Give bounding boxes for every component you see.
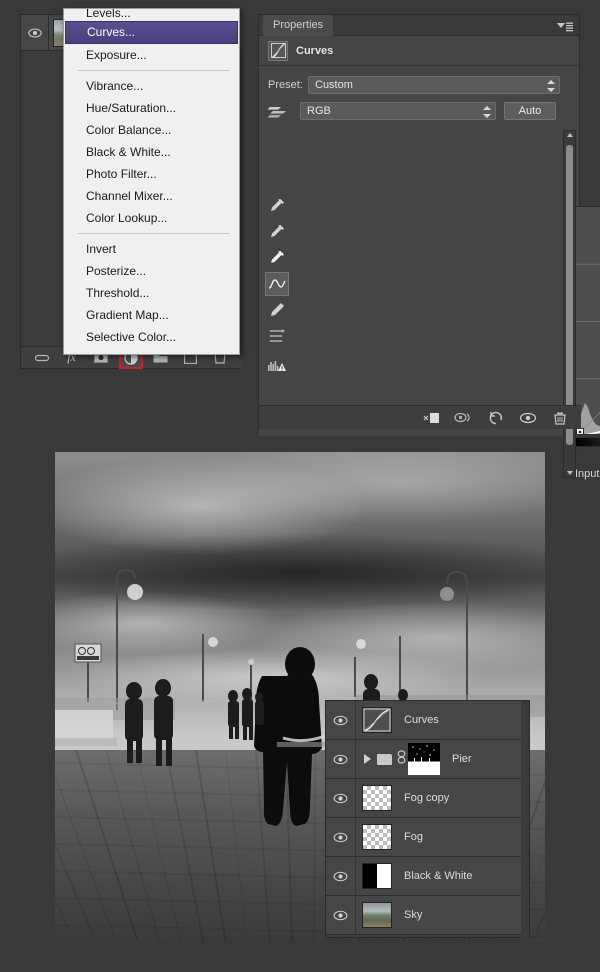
reset-icon[interactable] [485,409,507,427]
menu-item-selective-color[interactable]: Selective Color... [64,326,239,348]
eye-icon[interactable] [326,700,356,740]
table-row[interactable]: Pier [326,739,529,779]
input-label: Input: [575,468,600,480]
chevron-updown-icon[interactable] [547,80,555,92]
eye-icon[interactable] [21,14,49,51]
layers-scrollbar[interactable] [521,701,529,939]
menu-item-posterize[interactable]: Posterize... [64,260,239,282]
photoshop-screenshot: fx Levels... Curves... Exposure... Vibrance… [0,0,600,972]
layer-name: Fog copy [404,792,450,804]
layer-mask-thumbnail[interactable] [408,743,440,775]
table-row[interactable]: Curves [326,700,529,740]
eyedropper-black-icon[interactable] [265,194,289,218]
scrollbar-thumb[interactable] [566,145,573,445]
preset-label: Preset: [268,79,303,91]
curves-graph[interactable] [575,206,600,435]
channel-icon [268,103,300,119]
preset-value: Custom [315,79,353,91]
eye-icon[interactable] [326,817,356,857]
channel-row: RGB Auto [259,102,579,120]
properties-footer [259,405,581,429]
layer-name: Pier [452,753,472,765]
input-gradient-bar [575,437,600,447]
histogram-warning-icon[interactable] [265,354,289,378]
eye-icon[interactable] [326,856,356,896]
menu-separator [78,233,229,234]
layer-name: Sky [404,909,423,921]
menu-item-color-lookup[interactable]: Color Lookup... [64,207,239,229]
pencil-tool-icon[interactable] [265,298,289,322]
menu-item-threshold[interactable]: Threshold... [64,282,239,304]
menu-item-invert[interactable]: Invert [64,238,239,260]
visibility-icon[interactable] [517,409,539,427]
table-row[interactable]: Fog copy [326,778,529,818]
scroll-up-arrow-icon[interactable] [567,133,573,137]
layer-name: Black & White [404,870,473,882]
eyedropper-gray-icon[interactable] [265,220,289,244]
scroll-down-arrow-icon[interactable] [567,471,573,475]
folder-icon [377,753,392,765]
link-icon[interactable] [32,349,52,367]
layers-panel: Curves Pier Fog copy Fog Black & White Sky [325,700,530,939]
menu-item-photo-filter[interactable]: Photo Filter... [64,163,239,185]
curves-plot[interactable] [576,207,600,435]
layer-thumbnail[interactable] [362,824,392,850]
curves-tool-column [265,194,291,380]
eye-icon[interactable] [326,739,356,779]
view-previous-icon[interactable] [453,409,475,427]
layer-thumbnail[interactable] [362,902,392,928]
preset-select[interactable]: Custom [308,76,560,94]
menu-item-channel-mixer[interactable]: Channel Mixer... [64,185,239,207]
menu-item-color-balance[interactable]: Color Balance... [64,119,239,141]
curve-point-tool-icon[interactable] [265,272,289,296]
panel-menu-icon[interactable] [557,20,573,32]
link-icon[interactable] [397,749,406,769]
preset-row: Preset: Custom [259,76,579,94]
menu-item-gradient-map[interactable]: Gradient Map... [64,304,239,326]
trash-icon[interactable] [549,409,571,427]
channel-select[interactable]: RGB [300,102,496,120]
curve-control-point[interactable] [576,428,584,436]
menu-item-exposure[interactable]: Exposure... [64,44,239,66]
properties-header: Curves [259,36,579,66]
table-row[interactable]: Sky [326,895,529,935]
layer-name: Fog [404,831,423,843]
eyedropper-white-icon[interactable] [265,246,289,270]
curves-body: Preset: Custom RGB Auto Input: [259,76,600,480]
clip-to-layer-icon[interactable] [421,409,443,427]
tab-properties[interactable]: Properties [263,15,334,36]
table-row[interactable]: Fog [326,817,529,857]
new-adjustment-layer-menu[interactable]: Levels... Curves... Exposure... Vibrance...… [63,8,240,355]
input-output-row: Input: Output: [575,468,600,480]
layer-thumbnail[interactable] [362,863,392,889]
properties-tab-bar: Properties [259,15,579,36]
menu-separator [78,70,229,71]
auto-button[interactable]: Auto [504,102,556,120]
layer-thumbnail[interactable] [362,785,392,811]
menu-item-vibrance[interactable]: Vibrance... [64,75,239,97]
menu-item-black-white[interactable]: Black & White... [64,141,239,163]
menu-item-curves[interactable]: Curves... [65,21,238,44]
menu-item-hue-saturation[interactable]: Hue/Saturation... [64,97,239,119]
menu-item-levels[interactable]: Levels... [64,9,239,21]
chevron-right-icon[interactable] [364,754,371,764]
channel-value: RGB [307,105,331,117]
curves-icon [268,40,288,61]
smooth-curve-icon[interactable] [265,324,289,348]
layer-thumbnail[interactable] [362,707,392,733]
table-row[interactable]: Black & White [326,856,529,896]
page-title: Curves [296,44,334,57]
eye-icon[interactable] [326,778,356,818]
eye-icon[interactable] [326,895,356,935]
layer-name: Curves [404,714,439,726]
properties-panel: Properties Curves Preset: Custom RGB Aut… [258,14,600,480]
chevron-updown-icon[interactable] [483,106,491,118]
